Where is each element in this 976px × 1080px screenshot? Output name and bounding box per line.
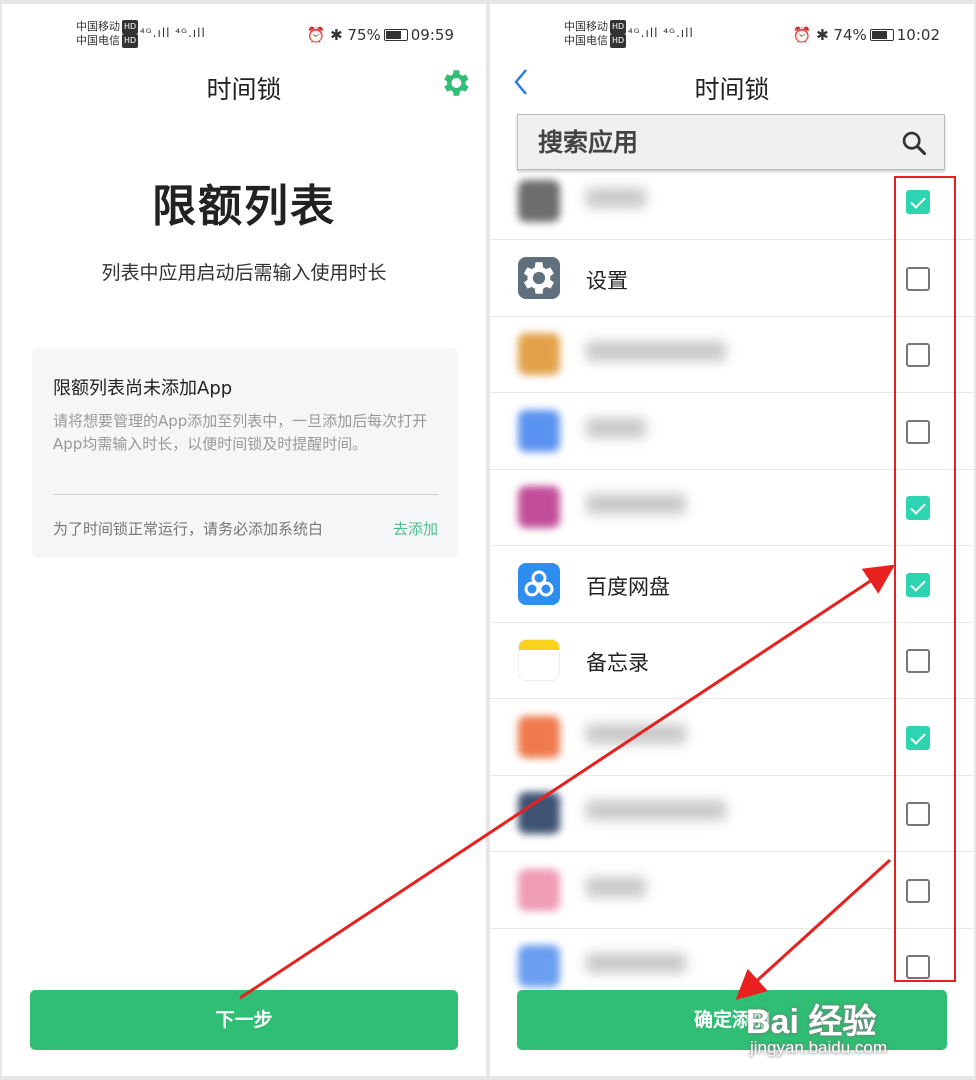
battery-icon: [383, 29, 408, 41]
signal-icon: ⁴ᴳ.ıll ⁴ᴳ.ıll: [628, 26, 694, 40]
app-icon: [518, 180, 560, 222]
page-title: 时间锁: [694, 75, 770, 104]
next-step-button[interactable]: 下一步: [30, 990, 458, 1050]
app-row[interactable]: 设置: [490, 241, 974, 317]
whitelist-hint: 为了时间锁正常运行，请务必添加系统白: [53, 520, 324, 538]
checkbox-unchecked[interactable]: [906, 649, 930, 673]
carrier-info: 中国移动 HD 中国电信 HD: [564, 20, 627, 48]
card-divider: [53, 494, 438, 495]
app-row[interactable]: [490, 700, 974, 776]
gear-icon[interactable]: [438, 66, 472, 100]
app-row[interactable]: [490, 929, 974, 990]
signal-icon: ⁴ᴳ.ıll ⁴ᴳ.ıll: [140, 26, 206, 40]
app-name: 设置: [586, 268, 628, 293]
alarm-icon: ⏰ ✱: [792, 26, 829, 44]
search-input[interactable]: [538, 125, 868, 159]
watermark-logo: Bai 经验: [746, 1003, 877, 1041]
baidu-netdisk-app-icon: [518, 562, 560, 605]
status-bar: 中国移动 HD 中国电信 HD ⁴ᴳ.ıll ⁴ᴳ.ıll ⏰ ✱ 74% 10:02: [490, 18, 974, 54]
app-name: 百度网盘: [586, 574, 670, 599]
checkbox-checked[interactable]: [906, 725, 930, 750]
app-name: 备忘录: [586, 651, 649, 675]
app-icon: [518, 486, 560, 528]
battery-percent: 75%: [347, 26, 381, 44]
app-icon: [518, 868, 560, 911]
app-icon: [518, 792, 560, 834]
carrier-1: 中国移动: [564, 20, 608, 33]
card-description: 请将想要管理的App添加至列表中，一旦添加后每次打开App均需输入时长，以便时间…: [53, 412, 428, 453]
clock: 10:02: [896, 26, 940, 44]
app-name: [586, 953, 686, 973]
app-row[interactable]: [490, 174, 974, 240]
clock: 09:59: [410, 26, 454, 44]
checkbox-unchecked[interactable]: [906, 878, 930, 903]
carrier-2: 中国电信: [564, 34, 608, 47]
app-row[interactable]: [490, 394, 974, 470]
app-row[interactable]: [490, 317, 974, 393]
app-name: [586, 876, 646, 897]
app-icon: [518, 715, 560, 758]
add-link[interactable]: 去添加: [393, 518, 438, 539]
app-row[interactable]: 备忘录: [490, 623, 974, 699]
status-right: ⏰ ✱ 74% 10:02: [793, 26, 940, 44]
app-name: [586, 800, 726, 820]
watermark: Bai 经验 jingyan.baidu.com: [746, 994, 976, 1060]
app-list: 设置 百度网盘 备忘录: [490, 174, 974, 990]
status-bar: 中国移动 HD 中国电信 HD ⁴ᴳ.ıll ⁴ᴳ.ıll ⏰ ✱ 75% 09:59: [2, 18, 486, 54]
carrier-2: 中国电信: [76, 34, 120, 47]
watermark-url: jingyan.baidu.com: [750, 1038, 888, 1057]
app-icon: [518, 945, 560, 987]
notes-app-icon: [518, 639, 560, 681]
checkbox-unchecked[interactable]: [906, 343, 930, 367]
empty-list-card: 限额列表尚未添加App 请将想要管理的App添加至列表中，一旦添加后每次打开Ap…: [32, 348, 458, 558]
carrier-info: 中国移动 HD 中国电信 HD: [76, 20, 139, 48]
app-icon: [518, 333, 560, 375]
app-name: [586, 188, 646, 208]
list-heading: 限额列表: [152, 181, 336, 232]
status-right: ⏰ ✱ 75% 09:59: [307, 26, 454, 44]
carrier-1: 中国移动: [76, 20, 120, 33]
left-screen: 中国移动 HD 中国电信 HD ⁴ᴳ.ıll ⁴ᴳ.ıll ⏰ ✱ 75% 09:59…: [2, 4, 486, 1076]
checkbox-unchecked[interactable]: [906, 419, 930, 444]
app-icon: [518, 409, 560, 452]
app-name: [586, 723, 686, 744]
app-name: [586, 417, 646, 438]
app-row[interactable]: 百度网盘: [490, 547, 974, 623]
settings-app-icon: [518, 256, 560, 299]
checkbox-unchecked[interactable]: [906, 955, 930, 979]
app-name: [586, 494, 686, 514]
search-icon[interactable]: [900, 129, 928, 157]
alarm-icon: ⏰ ✱: [306, 26, 343, 44]
app-row[interactable]: [490, 853, 974, 929]
app-row[interactable]: [490, 776, 974, 852]
list-subtitle: 列表中应用启动后需输入使用时长: [101, 262, 387, 284]
checkbox-checked[interactable]: [906, 190, 930, 214]
app-name: [586, 341, 726, 361]
card-title: 限额列表尚未添加App: [53, 378, 233, 399]
checkbox-unchecked[interactable]: [906, 802, 930, 826]
page-title: 时间锁: [206, 75, 282, 104]
battery-percent: 74%: [833, 26, 867, 44]
checkbox-unchecked[interactable]: [906, 266, 930, 291]
right-screen: 中国移动 HD 中国电信 HD ⁴ᴳ.ıll ⁴ᴳ.ıll ⏰ ✱ 74% 10:02…: [490, 4, 974, 1076]
battery-icon: [869, 29, 894, 41]
checkbox-checked[interactable]: [906, 572, 930, 597]
app-row[interactable]: [490, 470, 974, 546]
checkbox-checked[interactable]: [906, 496, 930, 520]
search-bar: [517, 114, 945, 170]
